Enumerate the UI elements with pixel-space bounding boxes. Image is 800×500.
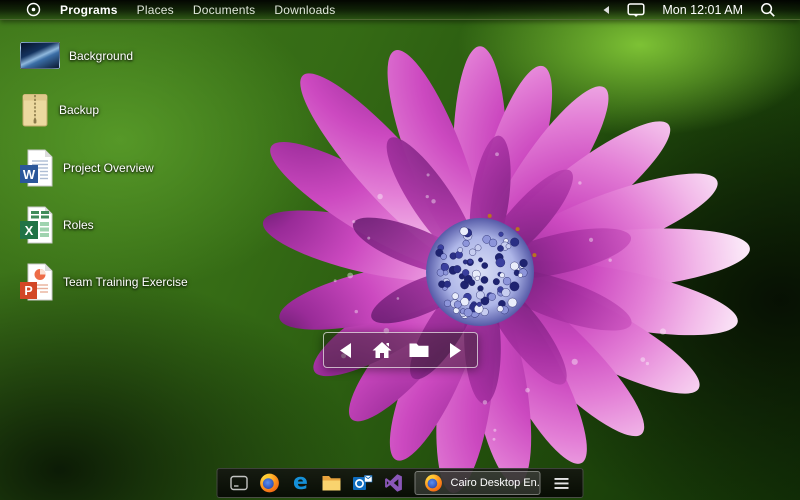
menu-item-programs[interactable]: Programs — [60, 3, 118, 17]
display-icon[interactable] — [627, 2, 645, 18]
folder-button[interactable] — [404, 335, 434, 365]
home-button[interactable] — [367, 335, 397, 365]
powerpoint-letter: P — [24, 284, 32, 298]
file-explorer-icon[interactable] — [322, 473, 342, 493]
powerpoint-presentation-icon: P — [20, 262, 54, 302]
desktop-screen: Programs Places Documents Downloads Mon … — [0, 0, 800, 500]
show-desktop-button[interactable] — [229, 473, 249, 493]
topbar-right-cluster: Mon 12:01 AM — [602, 2, 776, 18]
cairo-menu-icon[interactable] — [26, 2, 41, 17]
excel-letter: X — [25, 223, 34, 238]
task-button-cairo-desktop[interactable]: Cairo Desktop En... — [415, 471, 541, 495]
firefox-icon — [425, 474, 443, 492]
menu-item-downloads[interactable]: Downloads — [274, 3, 335, 17]
desktop-icon-background[interactable]: Background — [20, 42, 133, 69]
desktop-icon-roles[interactable]: X Roles — [20, 206, 94, 244]
collapse-arrow-icon[interactable] — [602, 5, 610, 15]
firefox-icon[interactable] — [260, 473, 280, 493]
word-document-icon: W — [20, 148, 54, 188]
desktop-icon-label: Roles — [63, 218, 94, 232]
floating-nav-toolbar — [323, 332, 478, 368]
desktop-icon-project-overview[interactable]: W Project Overview — [20, 148, 154, 188]
desktop-icon-label: Project Overview — [63, 161, 154, 175]
forward-button[interactable] — [440, 335, 470, 365]
top-menu-bar: Programs Places Documents Downloads Mon … — [0, 0, 800, 20]
zip-folder-icon — [20, 92, 50, 128]
edge-icon[interactable]: e — [291, 473, 311, 493]
back-button[interactable] — [331, 335, 361, 365]
word-letter: W — [23, 167, 36, 182]
search-icon[interactable] — [760, 2, 776, 18]
menu-item-documents[interactable]: Documents — [193, 3, 256, 17]
menu-item-places[interactable]: Places — [137, 3, 174, 17]
wallpaper-flower — [0, 0, 800, 500]
visual-studio-icon[interactable] — [384, 473, 404, 493]
clock[interactable]: Mon 12:01 AM — [662, 3, 743, 17]
excel-spreadsheet-icon: X — [20, 206, 54, 244]
task-button-label: Cairo Desktop En... — [451, 477, 541, 489]
hamburger-menu-icon[interactable] — [552, 473, 572, 493]
desktop-icon-label: Team Training Exercise — [63, 275, 188, 289]
desktop-icon-label: Backup — [59, 103, 99, 117]
outlook-icon[interactable] — [353, 473, 373, 493]
image-thumbnail — [20, 42, 60, 69]
desktop-icon-backup[interactable]: Backup — [20, 92, 99, 128]
desktop-icon-team-training[interactable]: P Team Training Exercise — [20, 262, 188, 302]
desktop-icon-label: Background — [69, 49, 133, 63]
taskbar: e — [217, 468, 584, 498]
